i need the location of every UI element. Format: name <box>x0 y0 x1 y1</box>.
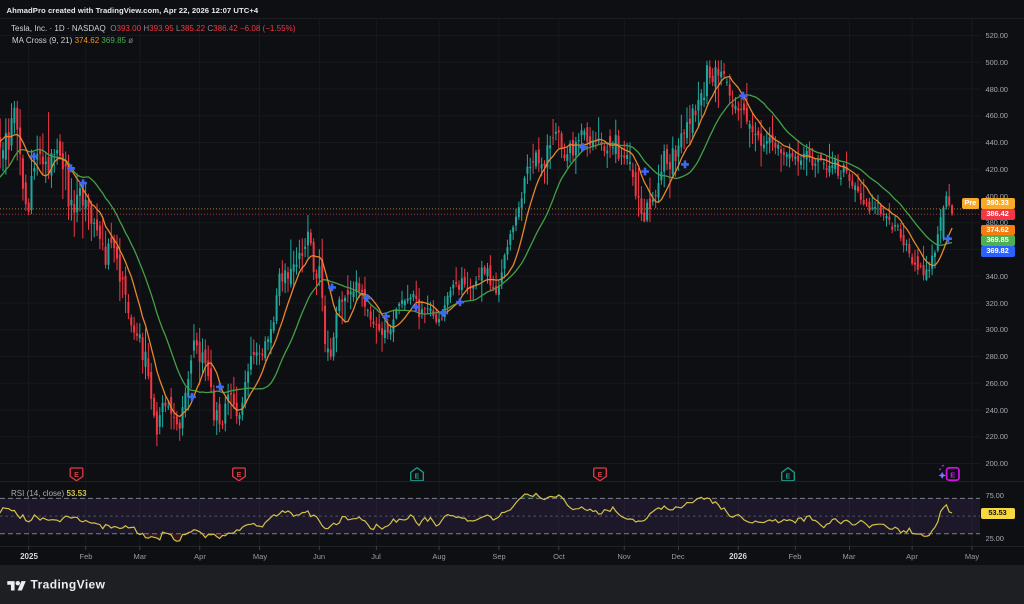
svg-text:TradingView: TradingView <box>31 578 106 592</box>
svg-text:E: E <box>950 470 955 479</box>
svg-text:E: E <box>415 474 420 481</box>
svg-text:E: E <box>786 474 791 481</box>
svg-text:E: E <box>237 472 242 479</box>
svg-text:E: E <box>74 472 79 479</box>
svg-text:E: E <box>598 472 603 479</box>
